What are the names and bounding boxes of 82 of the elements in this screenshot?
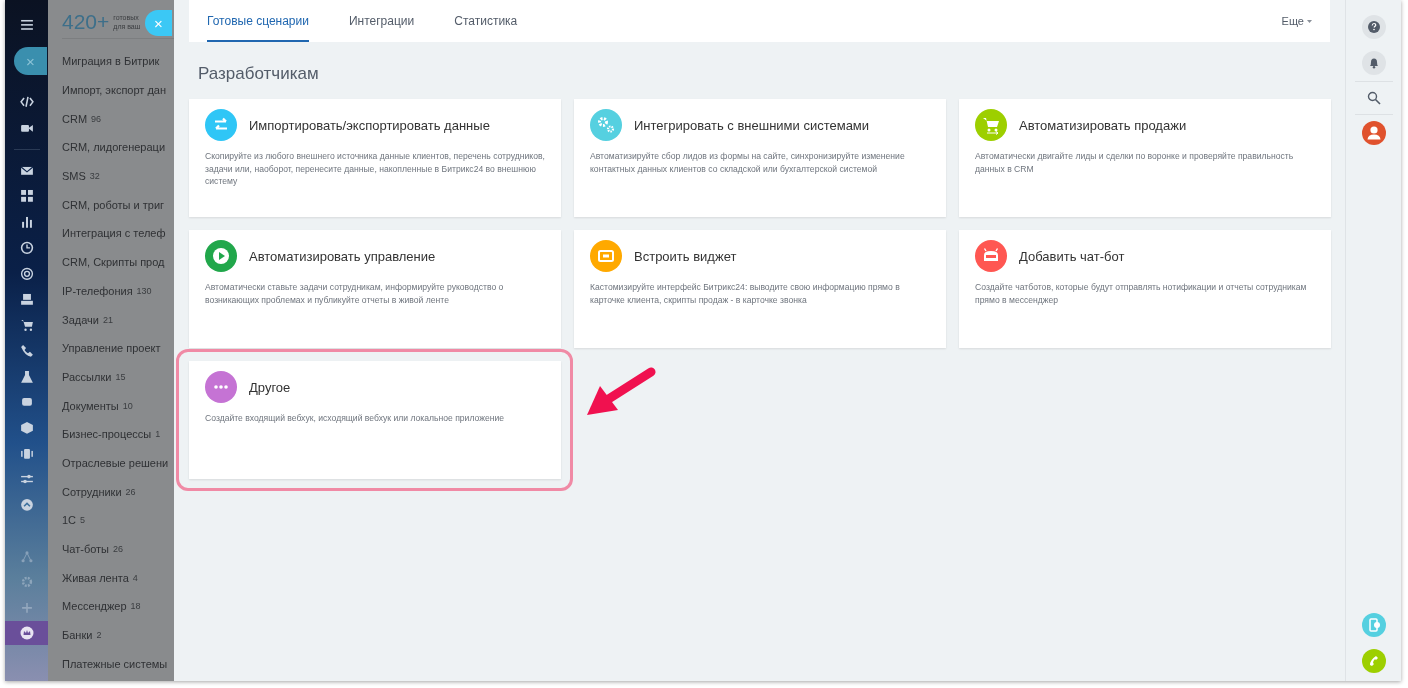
category-link[interactable]: Миграция в Битрик [62, 55, 160, 68]
clock-icon[interactable] [19, 240, 34, 255]
card-title: Другое [249, 379, 291, 395]
cart-icon[interactable] [19, 318, 34, 332]
category-link[interactable]: Интеграция с телеф [62, 227, 166, 240]
category-link[interactable]: Импорт, экспорт дан [62, 84, 167, 97]
caret-icon [1307, 19, 1312, 23]
category-link[interactable]: Управление проект [62, 342, 161, 355]
category-count: 32 [89, 171, 100, 182]
category-link[interactable]: Сотрудники [62, 485, 122, 498]
card-title: Автоматизировать продажи [1019, 117, 1187, 133]
app-count: 420+ [62, 10, 110, 34]
category-link[interactable]: Рассылки [62, 370, 112, 383]
rounded-square-icon[interactable] [19, 395, 34, 409]
category-link[interactable]: Задачи [62, 313, 99, 326]
scenario-card[interactable]: Добавить чат-бот Создайте чатботов, которые будут отправлять нотификации и отчеты сотрудникам прямо в мессенджер [959, 230, 1331, 348]
category-link[interactable]: SMS [62, 170, 86, 183]
category-count: 26 [125, 486, 136, 497]
tab[interactable]: Статистика [454, 0, 518, 42]
crown-icon[interactable] [19, 626, 34, 640]
tab[interactable]: Готовые сценарии [207, 0, 309, 42]
tab[interactable]: Интеграции [348, 0, 415, 42]
category-link[interactable]: Мессенджер [62, 600, 127, 613]
category-count: 5 [80, 515, 86, 526]
search-icon[interactable] [1366, 91, 1381, 105]
category-count: 26 [113, 544, 124, 555]
card-title: Встроить виджет [634, 248, 737, 264]
card-description: Скопируйте из любого внешнего источника данные клиентов, перечень сотрудников, задачи или, наоборот, перенесите данные, накопленные в Битрикс24 во внешнюю систему [205, 150, 545, 188]
scenario-card[interactable]: Импортировать/экспортировать данные Скопируйте из любого внешнего источника данные клиентов, перечень сотрудников, задачи или, наоборот, перенесите данные, накопленные в Битрикс24 во внешнюю систему [189, 99, 561, 217]
category-link[interactable]: Бизнес-процессы [62, 428, 152, 441]
flask-icon[interactable] [19, 369, 34, 384]
box-icon[interactable] [19, 421, 34, 435]
category-count: 10 [122, 400, 133, 411]
category-link[interactable]: Отраслевые решени [62, 456, 169, 469]
grid-icon[interactable] [19, 189, 34, 204]
category-count: 18 [130, 601, 141, 612]
card-title: Добавить чат-бот [1019, 248, 1125, 264]
category-link[interactable]: Живая лента [62, 571, 129, 584]
card-title: Интегрировать с внешними системами [634, 117, 870, 133]
bar-chart-icon[interactable] [19, 215, 34, 229]
category-link[interactable]: CRM, Скрипты прод [62, 256, 165, 269]
card-description: Кастомизируйте интерфейс Битрикс24: выводите свою информацию прямо в карточке клиента, скрипты продаж - в карточке звонка [590, 281, 901, 306]
category-count: 130 [136, 285, 152, 296]
category-count: 21 [102, 314, 113, 325]
menu-icon[interactable] [19, 18, 34, 32]
scenario-card[interactable]: Интегрировать с внешними системами Автоматизируйте сбор лидов из формы на сайте, синхронизируйте изменение контактных данных клиентов со складской или бухгалтерской системой [574, 99, 946, 217]
category-count: 2 [96, 630, 102, 641]
category-link[interactable]: Банки [62, 629, 93, 642]
category-count: 15 [115, 371, 126, 382]
scenario-card[interactable]: Автоматизировать продажи Автоматически двигайте лиды и сделки по воронке и проверяйте правильность данных в CRM [959, 99, 1331, 217]
card-title: Импортировать/экспортировать данные [249, 117, 490, 133]
section-title: Разработчикам [198, 64, 320, 85]
phone-icon[interactable] [19, 343, 34, 358]
card-description: Автоматически ставьте задачи сотрудникам, информируйте руководство о возникающих проблемах и публикуйте отчеты в живой ленте [205, 281, 505, 306]
pointer-arrow [585, 366, 657, 418]
scenario-card[interactable]: Автоматизировать управление Автоматически ставьте задачи сотрудникам, информируйте руководство о возникающих проблемах и публикуйте отчеты в живой ленте [189, 230, 561, 348]
category-count: 4 [132, 572, 138, 583]
more-menu[interactable]: Еще [1281, 0, 1312, 42]
category-link[interactable]: CRM, лидогенераци [62, 141, 166, 154]
category-link[interactable]: Платежные системы [62, 657, 168, 670]
category-link[interactable]: IP-телефония [62, 284, 133, 297]
card-description: Автоматически двигайте лиды и сделки по воронке и проверяйте правильность данных в CRM [975, 150, 1295, 175]
scenario-card[interactable]: Другое Создайте входящий вебхук, исходящий вебхук или локальное приложение [189, 361, 561, 479]
target-icon[interactable] [19, 266, 34, 281]
avatar-icon[interactable] [1361, 121, 1386, 145]
category-link[interactable]: CRM [62, 112, 88, 125]
scenario-card[interactable]: Встроить виджет Кастомизируйте интерфейс Битрикс24: выводите свою информацию прямо в карточке клиента, скрипты продаж - в карточке звонка [574, 230, 946, 348]
category-link[interactable]: Чат-боты [62, 543, 110, 556]
category-count: 1 [155, 429, 161, 440]
tray-icon[interactable] [19, 292, 34, 307]
category-link[interactable]: CRM, роботы и триг [62, 198, 165, 211]
bell-icon[interactable] [1361, 51, 1386, 75]
code-icon[interactable] [19, 95, 34, 109]
category-link[interactable]: 1С [62, 514, 77, 527]
envelope-icon[interactable] [19, 163, 34, 178]
card-description: Создайте чатботов, которые будут отправлять нотификации и отчеты сотрудникам прямо в мессенджер [975, 281, 1308, 306]
category-link[interactable]: Документы [62, 399, 119, 412]
help-icon[interactable] [1361, 15, 1386, 39]
card-description: Автоматизируйте сбор лидов из формы на сайте, синхронизируйте изменение контактных данных клиентов со складской или бухгалтерской системой [590, 150, 906, 175]
category-count: 96 [91, 113, 102, 124]
card-title: Автоматизировать управление [249, 248, 436, 264]
card-description: Создайте входящий вебхук, исходящий вебхук или локальное приложение [205, 412, 506, 425]
